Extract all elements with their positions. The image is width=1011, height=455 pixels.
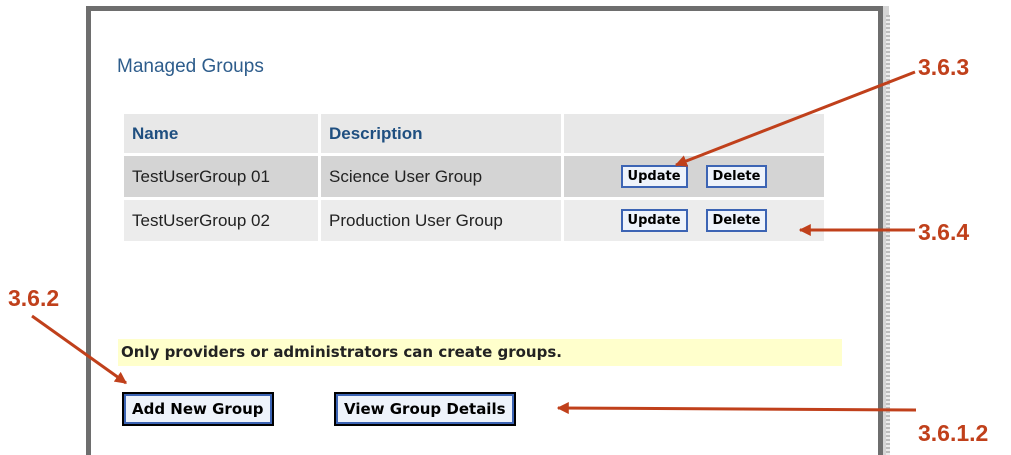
- arrow-to-add: [31, 314, 127, 385]
- arrow-to-view-details: [556, 402, 917, 415]
- callout-arrows: [31, 70, 917, 415]
- arrow-to-update: [674, 70, 916, 167]
